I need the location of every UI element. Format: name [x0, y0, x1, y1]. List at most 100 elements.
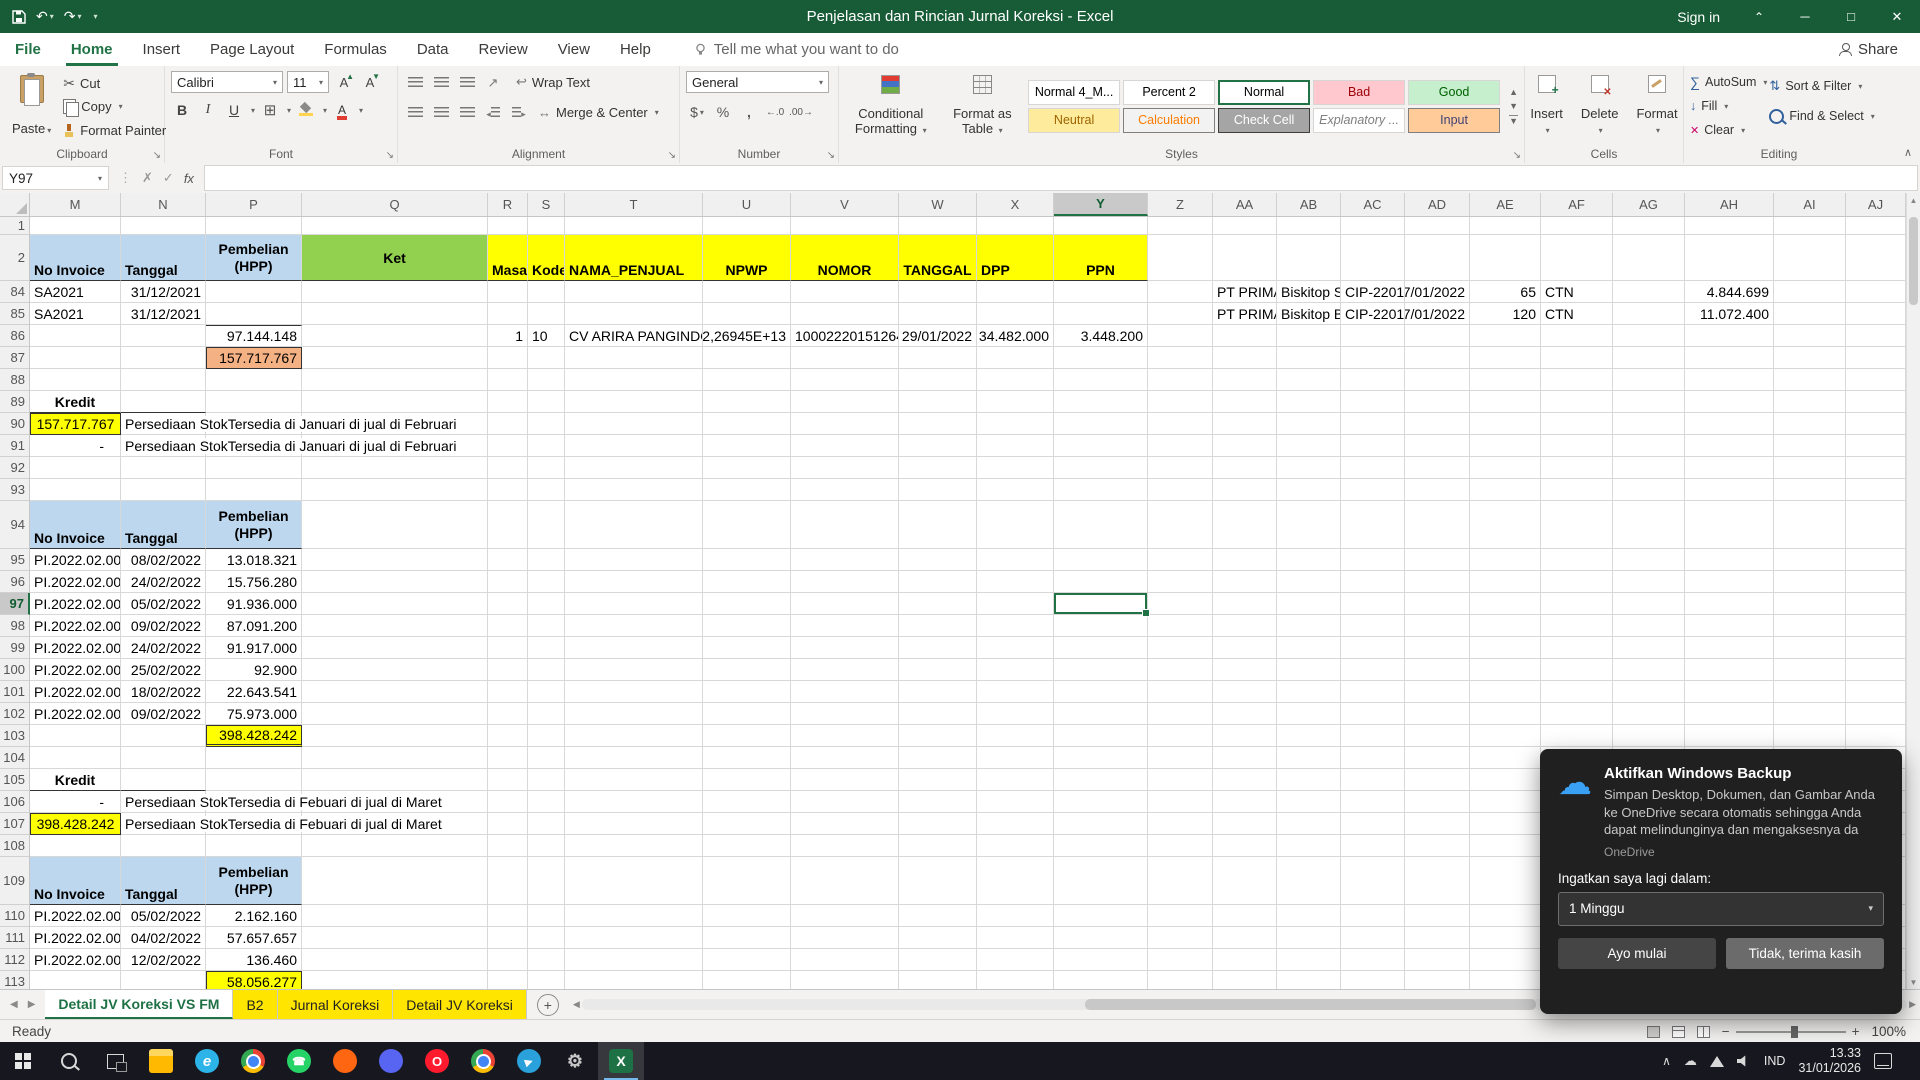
cell-M105[interactable]: Kredit: [30, 769, 121, 791]
cell-AE93[interactable]: [1470, 479, 1541, 501]
cell-T85[interactable]: [565, 303, 703, 325]
task-view-button[interactable]: [92, 1042, 138, 1080]
accounting-format-button[interactable]: [686, 101, 708, 123]
cell-T97[interactable]: [565, 593, 703, 615]
cell-S99[interactable]: [528, 637, 565, 659]
sheet-tab-detail-jv-koreksi-vs-fm[interactable]: Detail JV Koreksi VS FM: [45, 990, 234, 1019]
cell-AA89[interactable]: [1213, 391, 1277, 413]
cell-V88[interactable]: [791, 369, 899, 391]
cell-AE87[interactable]: [1470, 347, 1541, 369]
cell-AI90[interactable]: [1774, 413, 1846, 435]
cell-T94[interactable]: [565, 501, 703, 549]
cell-AG1[interactable]: [1613, 217, 1685, 235]
cell-AA95[interactable]: [1213, 549, 1277, 571]
cell-AJ96[interactable]: [1846, 571, 1906, 593]
cell-AE108[interactable]: [1470, 835, 1541, 857]
cell-T2[interactable]: NAMA_PENJUAL: [565, 235, 703, 281]
cell-AF103[interactable]: [1541, 725, 1613, 747]
cell-AD107[interactable]: [1405, 813, 1470, 835]
font-dialog-launcher[interactable]: [386, 150, 394, 161]
column-header-W[interactable]: W: [899, 193, 977, 216]
cell-V91[interactable]: [791, 435, 899, 457]
cell-X90[interactable]: [977, 413, 1054, 435]
cell-U105[interactable]: [703, 769, 791, 791]
cell-Q105[interactable]: [302, 769, 488, 791]
cell-V96[interactable]: [791, 571, 899, 593]
cell-S84[interactable]: [528, 281, 565, 303]
ribbon-tab-help[interactable]: Help: [605, 33, 666, 66]
cell-S113[interactable]: [528, 971, 565, 989]
cell-Q103[interactable]: [302, 725, 488, 747]
cell-AC97[interactable]: [1341, 593, 1405, 615]
cell-AF102[interactable]: [1541, 703, 1613, 725]
cell-AC103[interactable]: [1341, 725, 1405, 747]
alignment-dialog-launcher[interactable]: [668, 150, 676, 161]
autosum-button[interactable]: AutoSum: [1690, 71, 1767, 93]
cell-AC111[interactable]: [1341, 927, 1405, 949]
cell-Z101[interactable]: [1148, 681, 1213, 703]
cell-S95[interactable]: [528, 549, 565, 571]
cell-AA97[interactable]: [1213, 593, 1277, 615]
cell-AA110[interactable]: [1213, 905, 1277, 927]
align-left-button[interactable]: [404, 101, 426, 123]
row-header-86[interactable]: 86: [0, 325, 30, 347]
row-header-113[interactable]: 113: [0, 971, 30, 989]
cell-U95[interactable]: [703, 549, 791, 571]
cell-AD97[interactable]: [1405, 593, 1470, 615]
cell-AC96[interactable]: [1341, 571, 1405, 593]
cell-Z104[interactable]: [1148, 747, 1213, 769]
cell-AB109[interactable]: [1277, 857, 1341, 905]
cell-M87[interactable]: [30, 347, 121, 369]
cell-AE86[interactable]: [1470, 325, 1541, 347]
cell-AH98[interactable]: [1685, 615, 1774, 637]
cell-X86[interactable]: 34.482.000: [977, 325, 1054, 347]
cell-AB101[interactable]: [1277, 681, 1341, 703]
cell-AC102[interactable]: [1341, 703, 1405, 725]
cell-AD87[interactable]: [1405, 347, 1470, 369]
cell-R99[interactable]: [488, 637, 528, 659]
sheet-tab-detail-jv-koreksi[interactable]: Detail JV Koreksi: [393, 990, 527, 1019]
cell-AA84[interactable]: PT PRIMA: [1213, 281, 1277, 303]
cell-V103[interactable]: [791, 725, 899, 747]
cell-Z100[interactable]: [1148, 659, 1213, 681]
cell-N111[interactable]: 04/02/2022: [121, 927, 206, 949]
cell-AA86[interactable]: [1213, 325, 1277, 347]
cell-AA109[interactable]: [1213, 857, 1277, 905]
cell-Q108[interactable]: [302, 835, 488, 857]
cell-M92[interactable]: [30, 457, 121, 479]
cell-Y1[interactable]: [1054, 217, 1148, 235]
cell-Q88[interactable]: [302, 369, 488, 391]
cell-AC99[interactable]: [1341, 637, 1405, 659]
cell-S94[interactable]: [528, 501, 565, 549]
cell-AF101[interactable]: [1541, 681, 1613, 703]
cell-S104[interactable]: [528, 747, 565, 769]
row-header-106[interactable]: 106: [0, 791, 30, 813]
cell-S107[interactable]: [528, 813, 565, 835]
cell-V98[interactable]: [791, 615, 899, 637]
cell-AF88[interactable]: [1541, 369, 1613, 391]
cell-M101[interactable]: PI.2022.02.00023: [30, 681, 121, 703]
cell-AD99[interactable]: [1405, 637, 1470, 659]
sheet-tab-b2[interactable]: B2: [233, 990, 278, 1019]
cell-Z94[interactable]: [1148, 501, 1213, 549]
cell-AB87[interactable]: [1277, 347, 1341, 369]
cell-X100[interactable]: [977, 659, 1054, 681]
cell-AE107[interactable]: [1470, 813, 1541, 835]
cell-U88[interactable]: [703, 369, 791, 391]
column-header-AC[interactable]: AC: [1341, 193, 1405, 216]
cell-U111[interactable]: [703, 927, 791, 949]
cell-AJ93[interactable]: [1846, 479, 1906, 501]
cell-R86[interactable]: 1: [488, 325, 528, 347]
cell-T87[interactable]: [565, 347, 703, 369]
cell-W86[interactable]: 29/01/2022: [899, 325, 977, 347]
cell-V92[interactable]: [791, 457, 899, 479]
cell-W105[interactable]: [899, 769, 977, 791]
row-header-88[interactable]: 88: [0, 369, 30, 391]
cell-Y88[interactable]: [1054, 369, 1148, 391]
cell-AH86[interactable]: [1685, 325, 1774, 347]
cell-Q111[interactable]: [302, 927, 488, 949]
cell-AA94[interactable]: [1213, 501, 1277, 549]
row-header-90[interactable]: 90: [0, 413, 30, 435]
action-center-icon[interactable]: [1874, 1053, 1892, 1069]
cell-AE103[interactable]: [1470, 725, 1541, 747]
